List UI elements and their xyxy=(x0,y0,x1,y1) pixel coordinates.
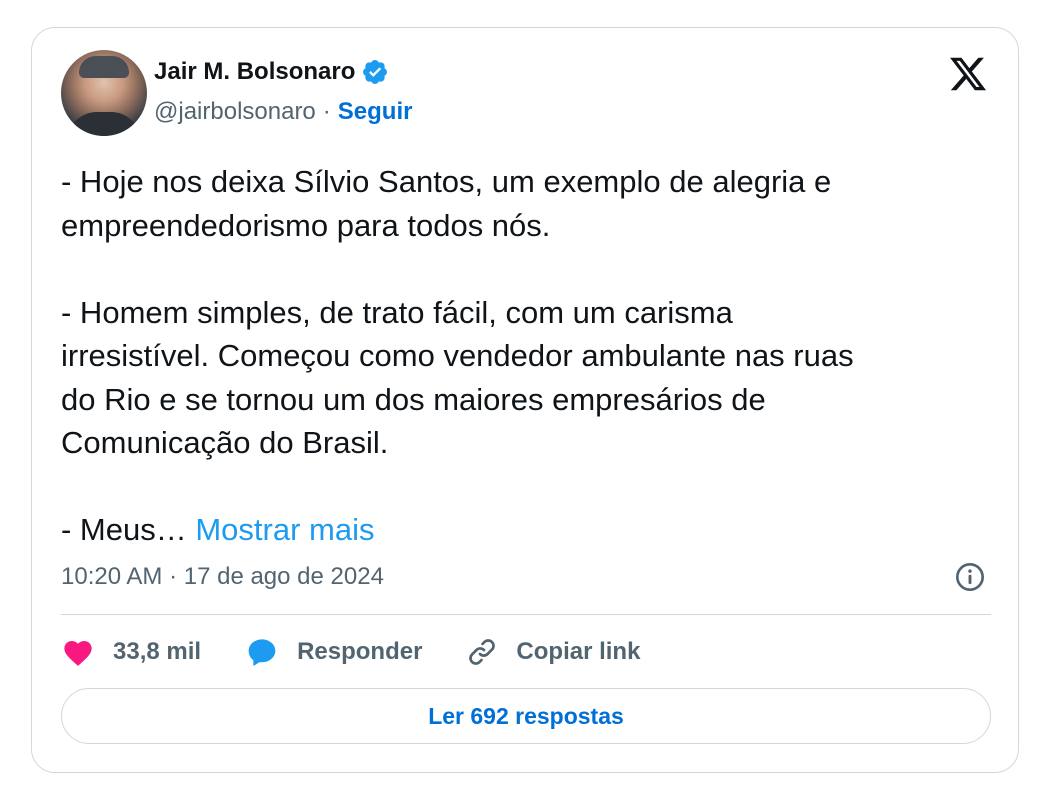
x-logo-icon[interactable] xyxy=(948,54,988,94)
copy-link-button[interactable]: Copiar link xyxy=(466,636,640,668)
author-handle[interactable]: @jairbolsonaro xyxy=(154,98,316,126)
author-name-row: Jair M. Bolsonaro xyxy=(154,58,389,86)
show-more-link[interactable]: Mostrar mais xyxy=(195,512,374,547)
author-name[interactable]: Jair M. Bolsonaro xyxy=(154,58,355,86)
verified-badge-icon xyxy=(363,60,388,84)
avatar-hair xyxy=(79,56,129,78)
reply-bubble-icon xyxy=(248,639,276,666)
info-icon[interactable] xyxy=(954,561,986,593)
heart-icon xyxy=(64,640,92,666)
divider xyxy=(61,614,991,615)
like-button[interactable]: 33,8 mil xyxy=(61,637,201,667)
tweet-embed-card: Jair M. Bolsonaro @jairbolsonaro · Segui… xyxy=(31,27,1019,773)
reply-button[interactable]: Responder xyxy=(245,636,422,668)
read-replies-button[interactable]: Ler 692 respostas xyxy=(61,688,991,744)
link-icon xyxy=(469,639,496,665)
action-bar: 33,8 mil Responder Copiar link xyxy=(61,632,684,672)
separator-dot: · xyxy=(322,98,331,125)
tweet-timestamp[interactable]: 10:20 AM · 17 de ago de 2024 xyxy=(61,563,384,591)
like-count: 33,8 mil xyxy=(113,638,202,665)
tweet-text: - Hoje nos deixa Sílvio Santos, um exemp… xyxy=(61,160,981,552)
tweet-body: - Hoje nos deixa Sílvio Santos, um exemp… xyxy=(61,164,854,547)
reply-label: Responder xyxy=(297,638,423,665)
author-handle-row: @jairbolsonaro · Seguir xyxy=(154,98,412,126)
follow-button[interactable]: Seguir xyxy=(338,98,413,126)
copy-link-label: Copiar link xyxy=(516,638,641,665)
avatar-shirt xyxy=(67,112,141,136)
avatar[interactable] xyxy=(61,50,147,136)
